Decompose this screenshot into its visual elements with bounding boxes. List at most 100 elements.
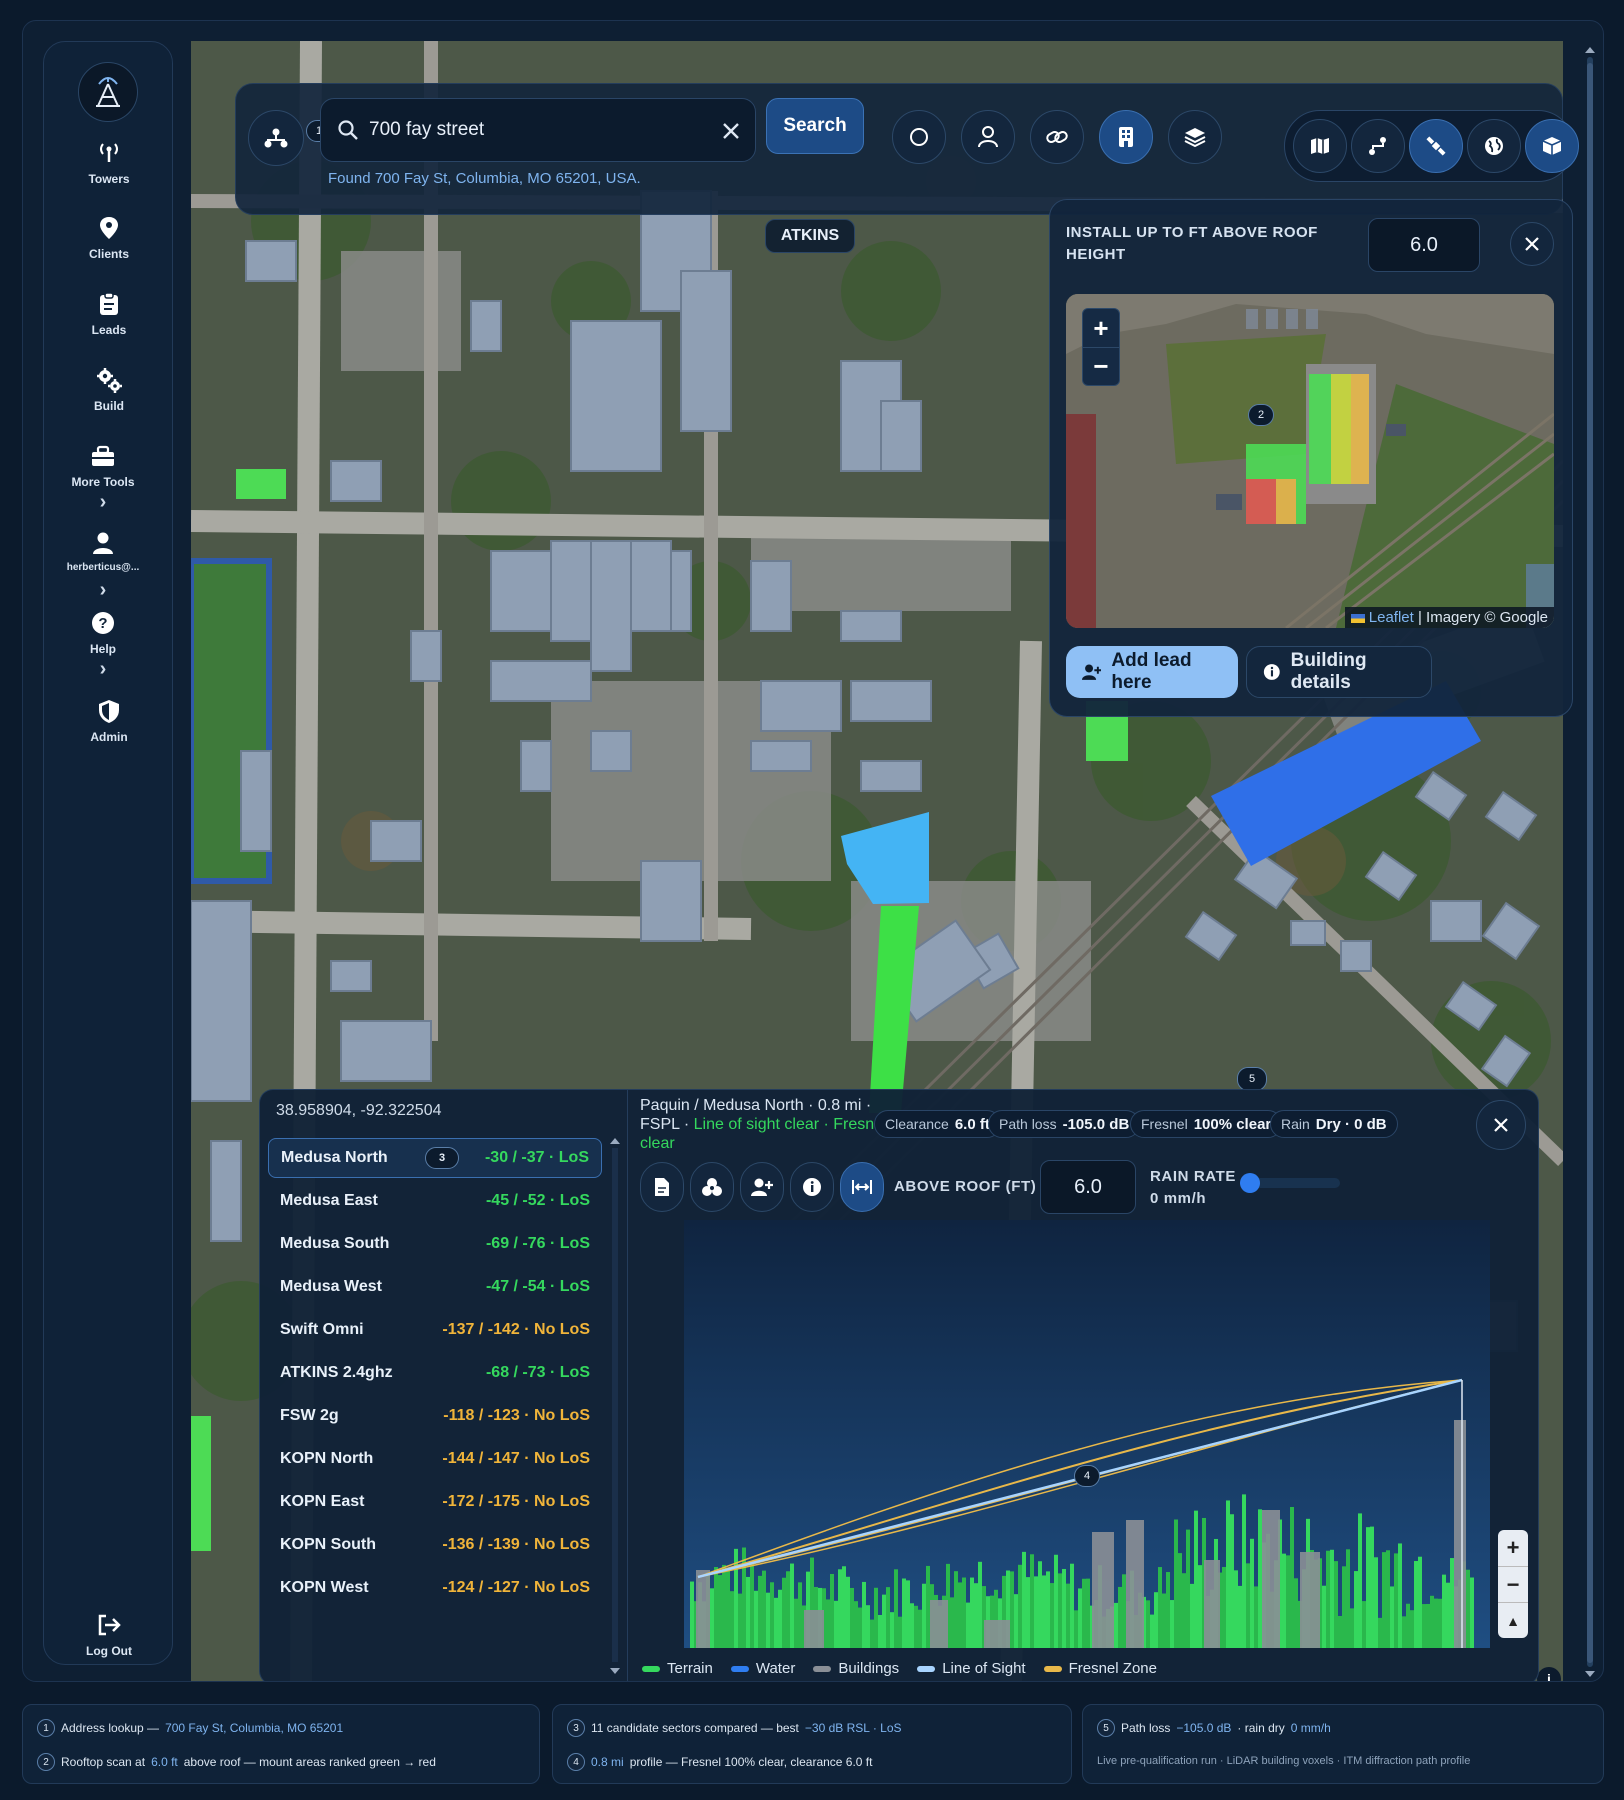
footer-card-2: 3 11 candidate sectors compared — best −30… bbox=[552, 1704, 1072, 1784]
sidebar-item-account[interactable]: herberticus@... › bbox=[38, 528, 168, 600]
terrain-bar bbox=[1034, 1576, 1038, 1648]
terrain-bar bbox=[1158, 1567, 1162, 1648]
3d-view-button[interactable] bbox=[1525, 119, 1579, 173]
terrain-bar bbox=[1114, 1602, 1118, 1648]
sector-row[interactable]: Medusa North 3 -30 / -37 · LoS bbox=[268, 1138, 602, 1178]
building-tool-button[interactable] bbox=[1099, 110, 1153, 164]
sector-list-scrollbar[interactable] bbox=[608, 1136, 622, 1676]
compass-reset-icon[interactable]: ▲ bbox=[1498, 1602, 1528, 1638]
terrain-bar bbox=[1074, 1610, 1078, 1648]
sidebar-item-build[interactable]: Build bbox=[44, 365, 174, 413]
satellite-view-button[interactable] bbox=[1409, 119, 1463, 173]
add-client-button[interactable] bbox=[740, 1162, 784, 1212]
globe-view-button[interactable] bbox=[1467, 119, 1521, 173]
terrain-bar bbox=[1010, 1571, 1014, 1648]
place-label[interactable]: ATKINS bbox=[765, 219, 855, 253]
sector-row[interactable]: KOPN East -172 / -175 · No LoS bbox=[268, 1482, 602, 1522]
link-tool-button[interactable] bbox=[1030, 110, 1084, 164]
terrain-bar bbox=[726, 1570, 730, 1648]
terrain-bar bbox=[918, 1609, 922, 1648]
sector-row[interactable]: ATKINS 2.4ghz -68 / -73 · LoS bbox=[268, 1353, 602, 1393]
legend-item: Line of Sight bbox=[917, 1660, 1026, 1677]
terrain-bar bbox=[710, 1588, 714, 1648]
terrain-bar bbox=[1118, 1586, 1122, 1648]
leaflet-link[interactable]: Leaflet bbox=[1369, 609, 1414, 626]
terrain-bar bbox=[922, 1583, 926, 1648]
legend-item: Terrain bbox=[642, 1660, 713, 1677]
report-button[interactable] bbox=[640, 1162, 684, 1212]
sector-row[interactable]: KOPN South -136 / -139 · No LoS bbox=[268, 1525, 602, 1565]
rain-rate-slider-handle[interactable] bbox=[1240, 1173, 1260, 1193]
logout-button[interactable]: Log Out bbox=[44, 1610, 174, 1658]
circle-tool-button[interactable] bbox=[892, 110, 946, 164]
terrain-bar bbox=[714, 1567, 718, 1648]
route-view-button[interactable] bbox=[1351, 119, 1405, 173]
network-button[interactable] bbox=[248, 110, 304, 166]
clear-search-icon[interactable] bbox=[721, 121, 741, 141]
sidebar-item-more-tools[interactable]: More Tools › bbox=[38, 441, 168, 512]
page-scrollbar[interactable] bbox=[1583, 43, 1597, 1681]
terrain-bar bbox=[906, 1580, 910, 1648]
chart-zoom-out-button[interactable]: − bbox=[1498, 1566, 1528, 1602]
tower-logo-icon bbox=[96, 77, 120, 107]
terrain-bar bbox=[746, 1576, 750, 1648]
zoom-in-button[interactable]: + bbox=[1083, 309, 1119, 347]
terrain-bar bbox=[1438, 1598, 1442, 1648]
above-roof-label: ABOVE ROOF (FT) bbox=[894, 1178, 1037, 1195]
roof-height-input[interactable]: 6.0 bbox=[1368, 218, 1480, 272]
zoom-out-button[interactable]: − bbox=[1083, 347, 1119, 385]
sidebar-item-clients[interactable]: Clients bbox=[44, 213, 174, 261]
app-logo[interactable] bbox=[78, 62, 138, 122]
sidebar-item-admin[interactable]: Admin bbox=[44, 696, 174, 744]
close-popup-button[interactable] bbox=[1510, 222, 1554, 266]
layers-button[interactable] bbox=[1168, 110, 1222, 164]
sidebar-item-help[interactable]: ? Help › bbox=[38, 608, 168, 679]
sector-row[interactable]: Medusa East -45 / -52 · LoS bbox=[268, 1181, 602, 1221]
map-view-button[interactable] bbox=[1293, 119, 1347, 173]
close-icon bbox=[1525, 237, 1539, 251]
sidebar-item-towers[interactable]: Towers bbox=[44, 138, 174, 186]
chart-legend: Terrain Water Buildings Line of Sight Fresne… bbox=[642, 1660, 1157, 1677]
terrain-bar bbox=[1254, 1586, 1258, 1648]
height-adjust-button[interactable] bbox=[840, 1162, 884, 1212]
terrain-bar bbox=[1086, 1578, 1090, 1648]
terrain-bar bbox=[850, 1587, 854, 1648]
legend-item: Buildings bbox=[813, 1660, 899, 1677]
terrain-bar bbox=[1322, 1585, 1326, 1648]
circle-icon bbox=[910, 128, 928, 146]
globe-icon bbox=[1485, 137, 1503, 155]
terrain-bar bbox=[1250, 1538, 1254, 1648]
sector-row[interactable]: FSW 2g -118 / -123 · No LoS bbox=[268, 1396, 602, 1436]
rooftop-minimap[interactable]: + − 2 Leaflet | Imagery © Google bbox=[1066, 294, 1554, 628]
rain-rate-slider[interactable] bbox=[1240, 1173, 1340, 1193]
search-button[interactable]: Search bbox=[766, 98, 864, 154]
search-input[interactable] bbox=[369, 113, 699, 147]
terrain-bar bbox=[1342, 1566, 1346, 1648]
chart-zoom-in-button[interactable]: + bbox=[1498, 1530, 1528, 1566]
sidebar-item-leads[interactable]: Leads bbox=[44, 289, 174, 337]
terrain-bar bbox=[1042, 1575, 1046, 1648]
sector-row[interactable]: KOPN West -124 / -127 · No LoS bbox=[268, 1568, 602, 1608]
map-mode-group bbox=[1284, 110, 1579, 182]
person-tool-button[interactable] bbox=[961, 110, 1015, 164]
terrain-bar bbox=[958, 1582, 962, 1648]
terrain-bar bbox=[794, 1598, 798, 1648]
sectors-button[interactable] bbox=[690, 1162, 734, 1212]
toolbox-icon bbox=[88, 441, 118, 471]
footer-note-5: 5 Path loss −105.0 dB · rain dry 0 mm/h bbox=[1097, 1719, 1331, 1737]
sector-row[interactable]: Swift Omni -137 / -142 · No LoS bbox=[268, 1310, 602, 1350]
terrain-bar bbox=[950, 1597, 954, 1648]
sector-row[interactable]: Medusa South -69 / -76 · LoS bbox=[268, 1224, 602, 1264]
sector-list-panel: 38.958904, -92.322504 Medusa North 3 -30 /… bbox=[259, 1089, 627, 1681]
add-lead-button[interactable]: Add lead here bbox=[1066, 646, 1238, 698]
profile-info-button[interactable] bbox=[790, 1162, 834, 1212]
sector-row[interactable]: Medusa West -47 / -54 · LoS bbox=[268, 1267, 602, 1307]
info-icon bbox=[803, 1178, 821, 1196]
sidebar-item-label: Build bbox=[94, 399, 124, 413]
building-details-button[interactable]: Building details bbox=[1246, 646, 1432, 698]
terrain-bar bbox=[1378, 1617, 1382, 1648]
link-icon bbox=[1046, 131, 1068, 143]
sector-row[interactable]: KOPN North -144 / -147 · No LoS bbox=[268, 1439, 602, 1479]
above-roof-input[interactable]: 6.0 bbox=[1040, 1160, 1136, 1214]
close-profile-button[interactable] bbox=[1476, 1100, 1526, 1150]
